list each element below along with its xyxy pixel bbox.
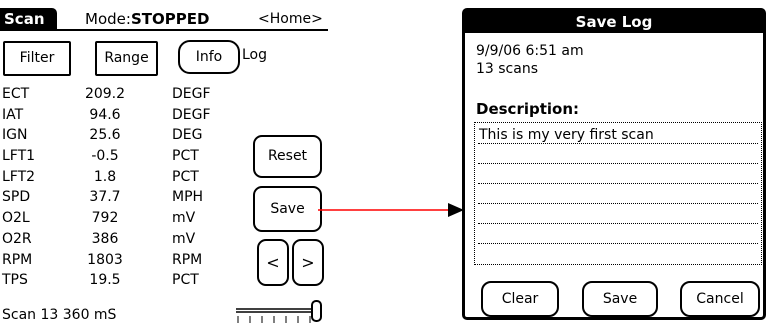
save-button[interactable]: Save — [253, 186, 322, 232]
scan-rate-slider[interactable] — [234, 299, 326, 327]
reset-button[interactable]: Reset — [253, 135, 322, 178]
sensor-unit: DEGF — [172, 106, 211, 123]
sensor-name: RPM — [2, 251, 33, 268]
sensor-unit: DEGF — [172, 86, 211, 102]
scan-tab[interactable]: Scan — [0, 8, 57, 30]
description-field[interactable]: This is my very first scan — [474, 122, 762, 265]
sensor-name: SPD — [2, 189, 31, 206]
sensor-value: 94.6 — [89, 106, 121, 123]
mode-indicator: Mode:STOPPED — [85, 9, 209, 29]
dialog-title: Save Log — [465, 11, 763, 33]
home-link[interactable]: <Home> — [258, 9, 323, 29]
cancel-button[interactable]: Cancel — [680, 281, 760, 317]
sensor-value: 209.2 — [84, 86, 126, 102]
flow-arrow — [318, 203, 464, 217]
ruled-line — [478, 243, 758, 244]
sensor-value: -0.5 — [91, 148, 119, 165]
log-button[interactable]: Log — [242, 47, 267, 63]
ruled-line — [478, 203, 758, 204]
clear-button[interactable]: Clear — [481, 281, 559, 317]
sensor-unit: PCT — [172, 272, 199, 289]
ruled-line — [478, 183, 758, 184]
dialog-save-button[interactable]: Save — [582, 281, 658, 317]
sensor-unit: PCT — [172, 148, 199, 165]
sensor-value: 1.8 — [93, 168, 117, 185]
ruled-line — [478, 223, 758, 224]
sensor-name: LFT1 — [2, 148, 36, 165]
sensor-value: 19.5 — [89, 272, 121, 289]
sensor-name: TPS — [2, 272, 28, 289]
sensor-value: 1803 — [87, 251, 123, 268]
previous-button[interactable]: < — [257, 239, 289, 286]
slider-ticks — [237, 316, 311, 323]
description-text: This is my very first scan — [479, 127, 654, 143]
sensor-unit: PCT — [172, 168, 199, 185]
sensor-name: O2L — [2, 210, 30, 227]
sensor-unit: mV — [172, 230, 196, 247]
sensor-value: 25.6 — [89, 127, 121, 144]
sensor-unit: DEG — [172, 127, 203, 144]
description-label: Description: — [476, 100, 580, 118]
slider-thumb[interactable] — [311, 300, 322, 322]
sensor-value: 386 — [91, 230, 119, 247]
range-button[interactable]: Range — [95, 41, 158, 76]
mode-prefix: Mode: — [85, 10, 131, 28]
sensor-value: 37.7 — [89, 189, 121, 206]
scan-status: Scan 13 360 mS — [2, 307, 117, 323]
info-button[interactable]: Info — [178, 40, 240, 74]
save-log-dialog: Save Log 9/9/06 6:51 am 13 scans Descrip… — [462, 8, 766, 320]
sensor-name: O2R — [2, 230, 32, 247]
filter-button[interactable]: Filter — [3, 41, 71, 76]
sensor-name: ECT — [2, 86, 30, 102]
log-timestamp: 9/9/06 6:51 am — [476, 43, 584, 59]
scan-count: 13 scans — [476, 61, 539, 77]
sensor-name: LFT2 — [2, 168, 36, 185]
next-button[interactable]: > — [292, 239, 324, 286]
sensor-unit: mV — [172, 210, 196, 227]
ruled-line — [478, 163, 758, 164]
sensor-value: 792 — [91, 210, 119, 227]
scan-screen: Scan Mode:STOPPED <Home> Filter Range In… — [0, 0, 328, 327]
sensor-name: IGN — [2, 127, 28, 144]
header-rule — [0, 29, 328, 31]
sensor-unit: RPM — [172, 251, 203, 268]
sensor-name: IAT — [2, 106, 24, 123]
mode-value: STOPPED — [130, 10, 210, 28]
sensor-unit: MPH — [172, 189, 204, 206]
